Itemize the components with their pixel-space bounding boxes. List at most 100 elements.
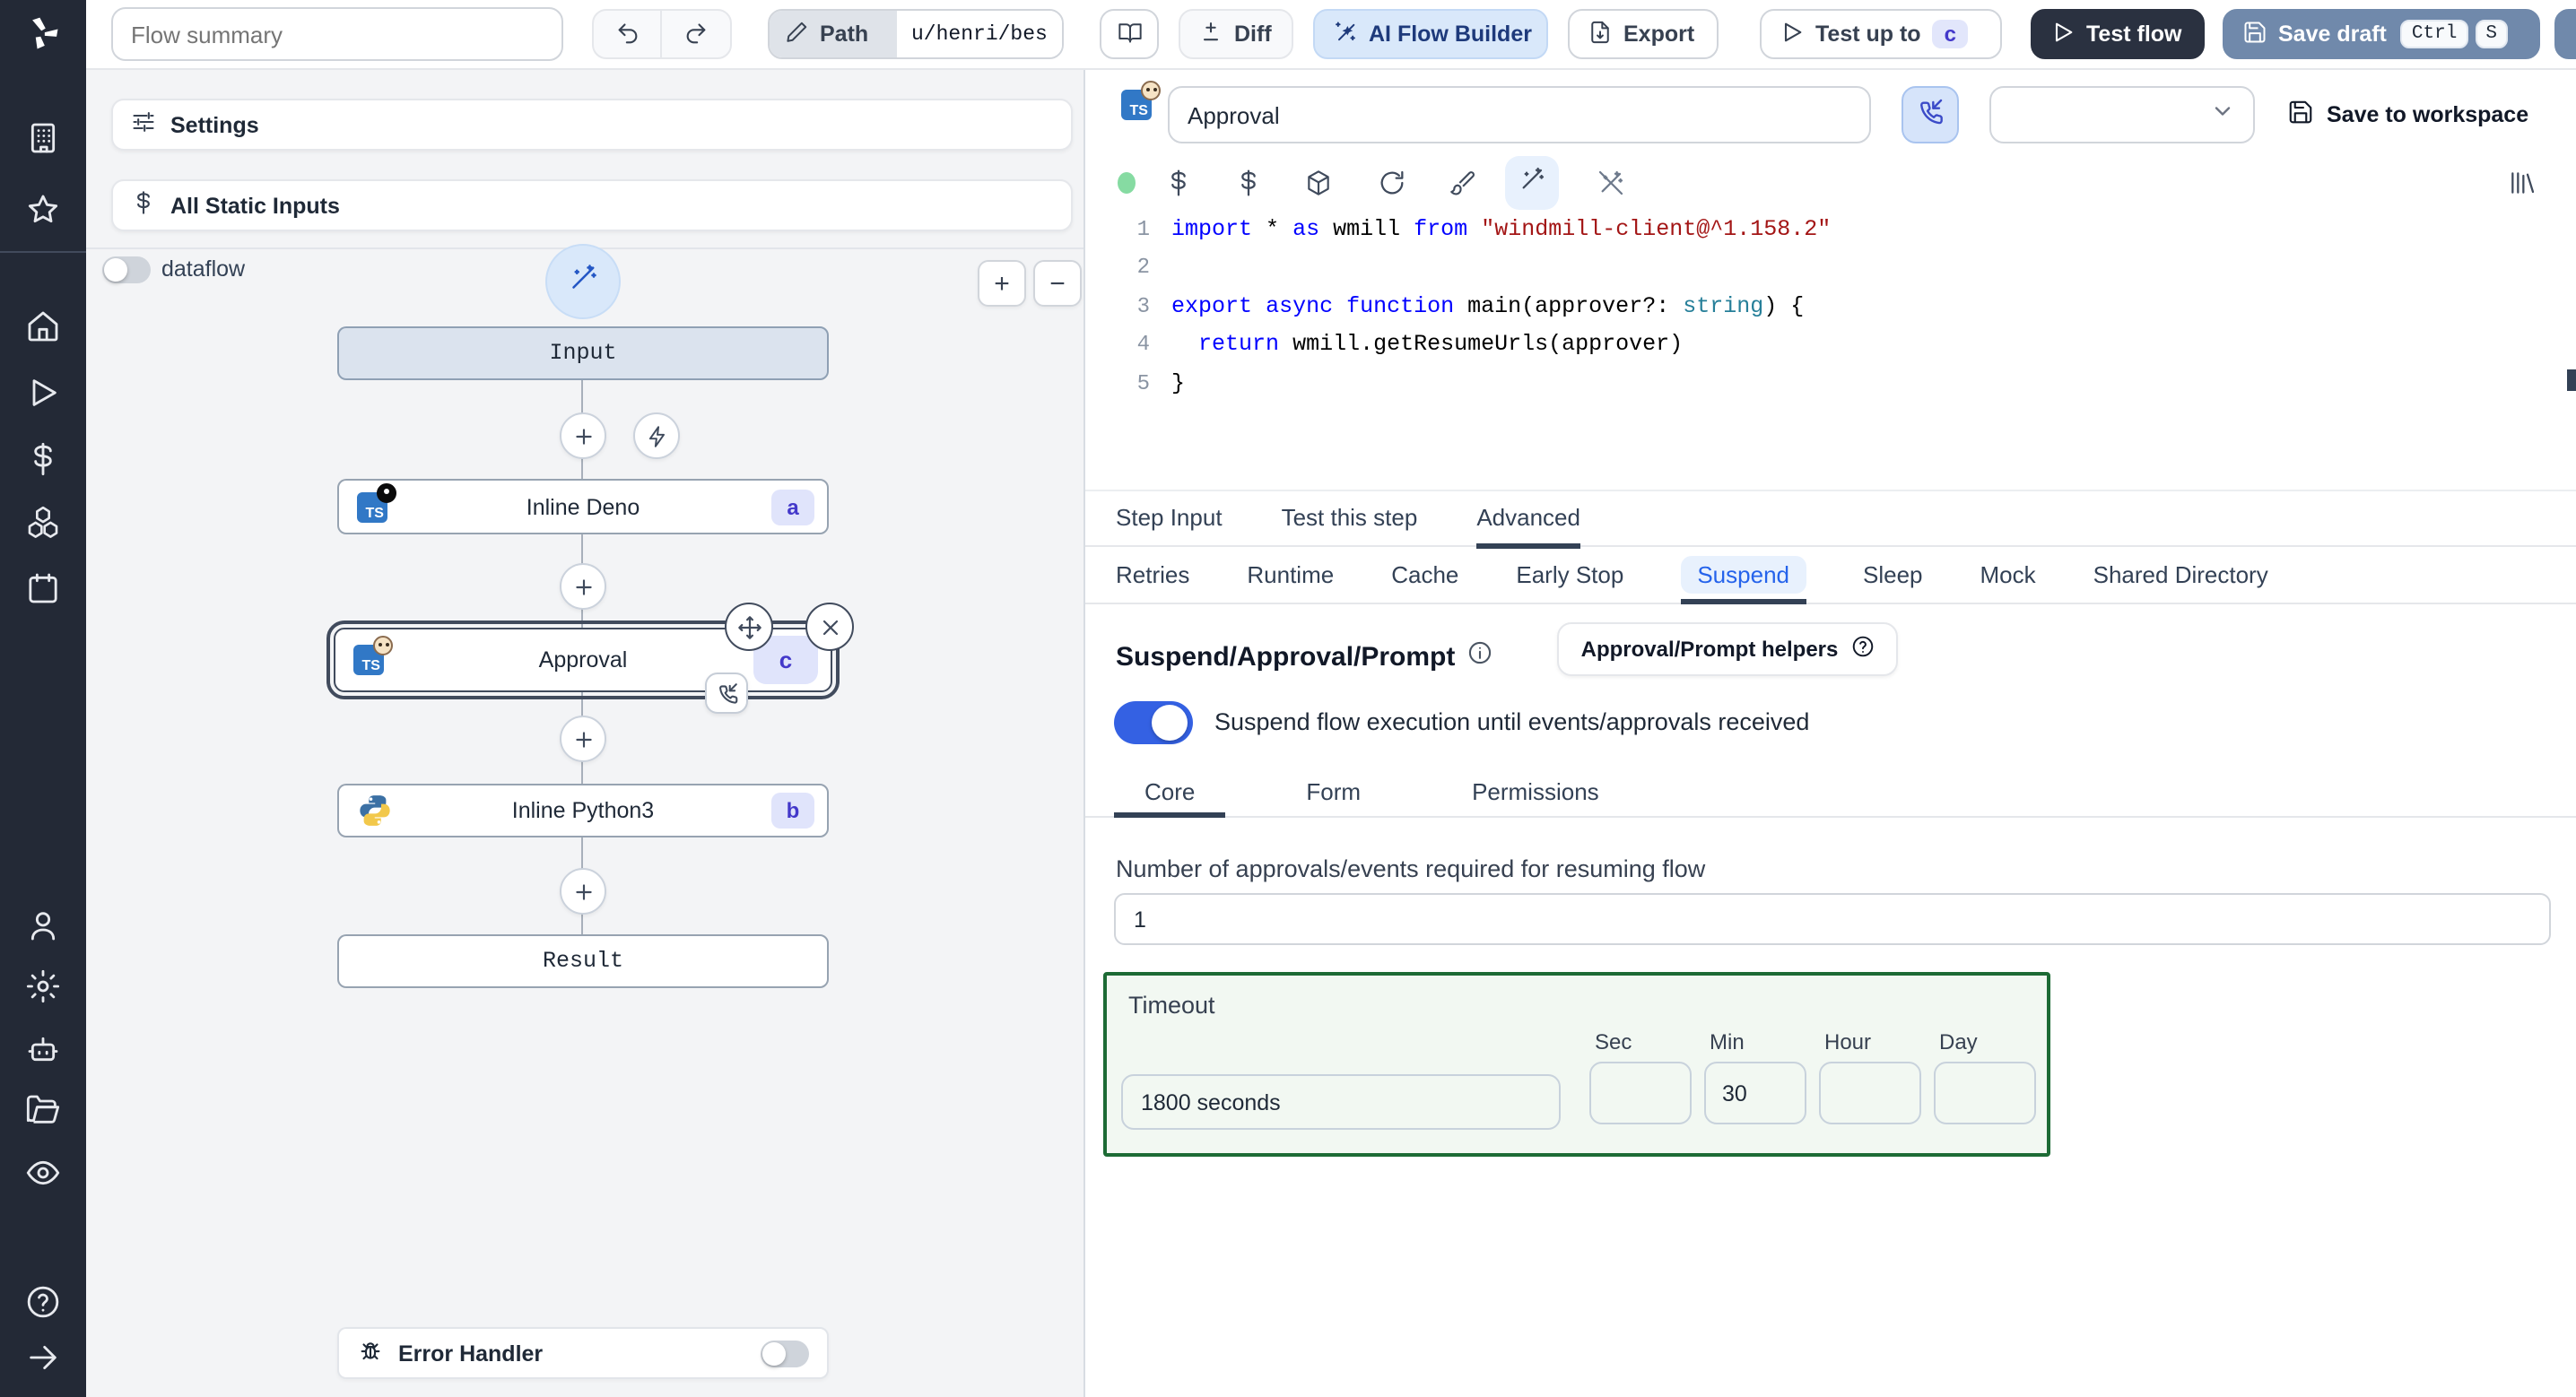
folder-icon[interactable] (25, 1092, 61, 1128)
step-detail-panel: TS Save to workspace (1085, 70, 2576, 1397)
test-up-to-button[interactable]: Test up to c (1760, 9, 2002, 59)
flow-settings-button[interactable]: Settings (111, 99, 1073, 151)
test-flow-button[interactable]: Test flow (2031, 9, 2205, 59)
suspend-phone-badge (705, 672, 748, 714)
user-icon[interactable] (25, 907, 61, 943)
package-icon[interactable] (1304, 169, 1333, 197)
deploy-button-partial[interactable] (2554, 9, 2576, 59)
save-to-workspace-button[interactable]: Save to workspace (2287, 99, 2528, 131)
windmill-logo[interactable] (23, 14, 63, 54)
code-line[interactable]: 2 (1085, 248, 2576, 287)
boxes-icon[interactable] (25, 504, 61, 540)
coretab-permissions[interactable]: Permissions (1441, 769, 1630, 818)
approvals-count-input[interactable] (1114, 893, 2551, 945)
book-button[interactable] (1100, 9, 1159, 59)
tab-test-this-step[interactable]: Test this step (1282, 491, 1418, 549)
calendar-icon[interactable] (25, 570, 61, 606)
timeout-display-input[interactable] (1121, 1074, 1561, 1130)
flow-node-input[interactable]: Input (337, 326, 829, 380)
suspend-phone-button[interactable] (1902, 86, 1959, 143)
undo-button[interactable] (594, 11, 662, 57)
robot-icon[interactable] (25, 1031, 61, 1067)
code-line[interactable]: 5} (1085, 364, 2576, 403)
insert-step-button[interactable] (560, 563, 606, 610)
star-icon[interactable] (25, 192, 61, 228)
flow-summary-input[interactable] (111, 7, 563, 61)
code-line[interactable]: 3 export async function main(approver?: s… (1085, 287, 2576, 325)
rotate-icon[interactable] (1378, 169, 1406, 197)
play-icon[interactable] (25, 375, 61, 411)
redo-button[interactable] (662, 11, 730, 57)
dollar-icon[interactable] (25, 441, 61, 477)
subtab-runtime[interactable]: Runtime (1247, 549, 1334, 604)
timeout-group: Timeout Sec Min Hour Day (1103, 972, 2050, 1157)
diff-button[interactable]: Diff (1179, 9, 1293, 59)
subtab-suspend[interactable]: Suspend (1681, 549, 1806, 604)
sliders-icon (131, 109, 156, 140)
eye-icon[interactable] (25, 1155, 61, 1191)
help-icon[interactable] (25, 1284, 61, 1320)
coretab-form[interactable]: Form (1275, 769, 1391, 818)
subtab-shared-directory[interactable]: Shared Directory (2093, 549, 2268, 604)
path-group[interactable]: Path u/henri/bes (768, 9, 1064, 59)
error-handler-row[interactable]: Error Handler (337, 1327, 829, 1379)
ai-flow-builder-button[interactable]: AI Flow Builder (1313, 9, 1548, 59)
home-icon[interactable] (25, 308, 61, 344)
path-button[interactable]: Path (770, 11, 897, 57)
building-icon[interactable] (25, 120, 61, 156)
dollar-icon[interactable] (1234, 169, 1263, 197)
timeout-unit-input-sec[interactable] (1589, 1062, 1692, 1124)
suspend-heading-row: Suspend/Approval/Prompt (1116, 640, 1493, 674)
path-value[interactable]: u/henri/bes (897, 11, 1062, 57)
timeout-unit-input-day[interactable] (1934, 1062, 2036, 1124)
info-icon[interactable] (1467, 640, 1493, 674)
tab-step-input[interactable]: Step Input (1116, 491, 1223, 549)
approval-prompt-helpers-button[interactable]: Approval/Prompt helpers (1557, 622, 1898, 676)
typescript-deno-icon: TS (357, 482, 396, 522)
tab-advanced[interactable]: Advanced (1476, 491, 1580, 549)
insert-step-button[interactable] (560, 412, 606, 459)
code-editor[interactable]: 1 import * as wmill from "windmill-client… (1085, 210, 2576, 490)
zoom-in-button[interactable]: + (978, 260, 1026, 307)
code-line[interactable]: 4 return wmill.getResumeUrls(approver) (1085, 325, 2576, 364)
coretab-core[interactable]: Core (1114, 769, 1226, 818)
bug-icon (357, 1337, 384, 1369)
move-step-button[interactable] (725, 603, 773, 651)
insert-step-button[interactable] (560, 716, 606, 762)
suspend-toggle[interactable] (1114, 701, 1193, 744)
save-draft-button[interactable]: Save draft Ctrl S (2223, 9, 2540, 59)
test-up-to-step-badge: c (1931, 20, 1969, 48)
flow-graph-panel: Settings All Static Inputs dataflow + − … (86, 70, 1085, 1397)
editor-scrollbar[interactable] (2567, 369, 2576, 391)
flow-node-result[interactable]: Result (337, 934, 829, 988)
timeout-unit-input-min[interactable] (1704, 1062, 1806, 1124)
subtab-retries[interactable]: Retries (1116, 549, 1189, 604)
gear-icon[interactable] (25, 968, 61, 1004)
wand-off-icon[interactable] (1597, 169, 1625, 197)
script-version-select[interactable] (1989, 86, 2255, 143)
export-button[interactable]: Export (1568, 9, 1719, 59)
brush-icon[interactable] (1448, 169, 1476, 197)
flow-node-inline-deno[interactable]: TS Inline Deno a (337, 479, 829, 534)
ai-wand-button[interactable] (545, 244, 621, 319)
subtab-early-stop[interactable]: Early Stop (1516, 549, 1623, 604)
arrow-right-icon[interactable] (25, 1340, 61, 1375)
library-icon[interactable] (2508, 169, 2537, 197)
insert-step-button[interactable] (560, 868, 606, 915)
error-handler-toggle[interactable] (761, 1340, 809, 1367)
step-name-input[interactable] (1168, 86, 1871, 143)
ai-assistant-button-active[interactable] (1505, 156, 1559, 210)
trigger-button[interactable] (633, 412, 680, 459)
subtab-cache[interactable]: Cache (1391, 549, 1458, 604)
zoom-out-button[interactable]: − (1033, 260, 1082, 307)
subtab-mock[interactable]: Mock (1980, 549, 2036, 604)
phone-incoming-icon (1916, 96, 1945, 134)
code-line[interactable]: 1 import * as wmill from "windmill-client… (1085, 210, 2576, 248)
dollar-icon[interactable] (1164, 169, 1193, 197)
delete-step-button[interactable] (805, 603, 854, 651)
timeout-unit-input-hour[interactable] (1819, 1062, 1921, 1124)
flow-node-inline-python[interactable]: Inline Python3 b (337, 784, 829, 837)
subtab-sleep[interactable]: Sleep (1863, 549, 1923, 604)
dataflow-toggle[interactable] (102, 256, 151, 283)
all-static-inputs-button[interactable]: All Static Inputs (111, 179, 1073, 231)
